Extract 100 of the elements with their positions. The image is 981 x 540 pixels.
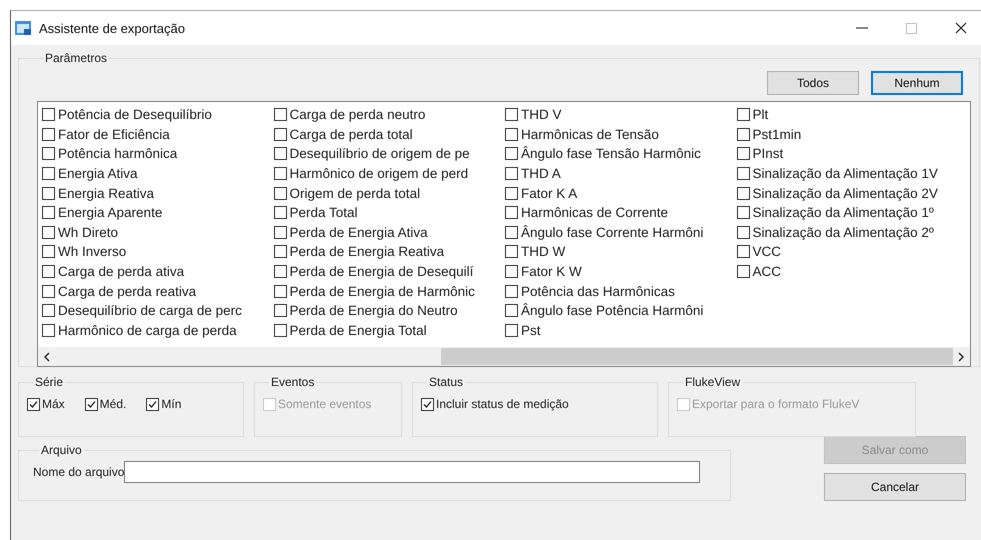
- parameter-checkbox[interactable]: Fator K A: [505, 183, 736, 203]
- checkbox[interactable]: [505, 147, 518, 160]
- parameter-checkbox[interactable]: THD W: [505, 242, 736, 262]
- checkbox[interactable]: [736, 167, 750, 180]
- scroll-thumb[interactable]: [441, 348, 953, 365]
- checkbox[interactable]: [505, 284, 518, 298]
- checkbox[interactable]: [505, 245, 518, 258]
- checkbox[interactable]: [274, 265, 286, 278]
- checkbox[interactable]: [505, 265, 518, 278]
- parameter-checkbox[interactable]: Carga de perda neutro: [274, 105, 505, 125]
- parameter-checkbox[interactable]: Pst: [505, 320, 736, 340]
- parameter-checkbox[interactable]: ACC: [736, 262, 968, 282]
- checkbox[interactable]: [505, 226, 518, 239]
- parameter-checkbox[interactable]: Perda de Energia Reativa: [274, 242, 505, 262]
- checkbox[interactable]: [42, 324, 55, 337]
- checkbox[interactable]: [505, 206, 518, 220]
- all-button[interactable]: Todos: [767, 71, 859, 95]
- checkbox[interactable]: [505, 186, 518, 200]
- checkbox[interactable]: [274, 108, 286, 122]
- parameter-checkbox[interactable]: Desequilíbrio de origem de pe: [274, 144, 505, 164]
- checkbox[interactable]: [274, 147, 286, 160]
- checkbox[interactable]: [274, 245, 286, 258]
- parameter-checkbox[interactable]: Sinalização da Alimentação 1º: [736, 202, 968, 223]
- parameter-checkbox[interactable]: Plt: [736, 105, 968, 125]
- checkbox[interactable]: [736, 128, 750, 141]
- parameter-checkbox[interactable]: Carga de perda ativa: [42, 262, 274, 282]
- checkbox[interactable]: [42, 186, 55, 200]
- parameter-checkbox[interactable]: Carga de perda total: [274, 124, 505, 144]
- checkbox[interactable]: [736, 108, 750, 122]
- checkbox[interactable]: [505, 324, 518, 337]
- checkbox[interactable]: [42, 265, 55, 278]
- parameter-checkbox[interactable]: Ângulo fase Corrente Harmôni: [505, 222, 736, 242]
- parameter-checkbox[interactable]: Fator K W: [505, 262, 736, 282]
- series-checkbox[interactable]: Méd.: [84, 391, 126, 411]
- parameter-checkbox[interactable]: Perda de Energia do Neutro: [274, 300, 505, 321]
- close-icon[interactable]: [955, 22, 967, 34]
- parameter-checkbox[interactable]: Sinalização da Alimentação 1V: [736, 164, 968, 184]
- parameter-checkbox[interactable]: Harmônicas de Corrente: [505, 202, 736, 223]
- parameter-checkbox[interactable]: Origem de perda total: [274, 183, 505, 203]
- scroll-left-icon[interactable]: [43, 352, 51, 362]
- checkbox[interactable]: [505, 128, 518, 141]
- none-button[interactable]: Nenhum: [871, 71, 963, 95]
- checkbox[interactable]: [42, 245, 55, 258]
- parameter-checkbox[interactable]: Sinalização da Alimentação 2º: [736, 222, 968, 242]
- parameter-checkbox[interactable]: Carga de perda reativa: [42, 281, 274, 301]
- parameter-checkbox[interactable]: Perda de Energia de Desequilí: [274, 262, 505, 282]
- checkbox[interactable]: [736, 186, 750, 200]
- parameter-checkbox[interactable]: Perda de Energia Total: [274, 320, 505, 340]
- parameter-checkbox[interactable]: Perda de Energia Ativa: [274, 222, 505, 242]
- checkbox[interactable]: [274, 186, 286, 200]
- parameter-checkbox[interactable]: Potência de Desequilíbrio: [42, 105, 274, 125]
- checkbox[interactable]: [274, 226, 286, 239]
- checkbox[interactable]: [274, 128, 286, 141]
- checkbox[interactable]: [42, 284, 55, 298]
- parameter-checkbox[interactable]: Harmônico de origem de perd: [274, 164, 505, 184]
- parameter-checkbox[interactable]: THD A: [505, 164, 736, 184]
- parameter-checkbox[interactable]: Potência das Harmônicas: [505, 281, 736, 301]
- checkbox[interactable]: [274, 206, 286, 220]
- checkbox[interactable]: [42, 304, 55, 318]
- checkbox[interactable]: [736, 265, 750, 278]
- checkbox[interactable]: [736, 245, 750, 258]
- cancel-button[interactable]: Cancelar: [824, 473, 966, 501]
- checkbox[interactable]: [736, 147, 750, 160]
- parameter-checkbox[interactable]: Perda de Energia de Harmônic: [274, 281, 505, 301]
- checkbox[interactable]: [42, 147, 55, 160]
- parameter-checkbox[interactable]: Energia Reativa: [42, 183, 274, 203]
- series-checkbox[interactable]: Máx: [27, 391, 65, 411]
- parameter-checkbox[interactable]: Energia Ativa: [42, 164, 274, 184]
- checkbox[interactable]: [274, 324, 286, 337]
- checkbox[interactable]: [505, 108, 518, 122]
- scroll-right-icon[interactable]: [957, 352, 965, 362]
- parameter-checkbox[interactable]: Sinalização da Alimentação 2V: [736, 183, 968, 203]
- parameter-checkbox[interactable]: Energia Aparente: [42, 202, 274, 223]
- checkbox[interactable]: [274, 304, 286, 318]
- checkbox[interactable]: [42, 226, 55, 239]
- parameter-checkbox[interactable]: Harmônicas de Tensão: [505, 124, 736, 144]
- checkbox[interactable]: [736, 206, 750, 220]
- checkbox[interactable]: [42, 167, 55, 180]
- parameter-checkbox[interactable]: Ângulo fase Potência Harmôni: [505, 300, 736, 321]
- parameter-checkbox[interactable]: Pst1min: [736, 124, 968, 144]
- parameter-checkbox[interactable]: VCC: [736, 242, 968, 262]
- horizontal-scrollbar[interactable]: [38, 347, 970, 366]
- option-checkbox[interactable]: Incluir status de medição: [421, 391, 649, 411]
- series-checkbox[interactable]: Mín: [146, 391, 182, 411]
- parameter-checkbox[interactable]: Harmônico de carga de perda: [42, 320, 274, 340]
- parameter-checkbox[interactable]: THD V: [505, 105, 736, 125]
- checkbox[interactable]: [505, 304, 518, 318]
- file-name-field[interactable]: [124, 461, 700, 483]
- parameter-checkbox[interactable]: Perda Total: [274, 202, 505, 223]
- checkbox[interactable]: [42, 206, 55, 220]
- parameter-checkbox[interactable]: Wh Inverso: [42, 242, 274, 262]
- parameter-checkbox[interactable]: PInst: [736, 144, 968, 164]
- parameter-checkbox[interactable]: Potência harmônica: [42, 144, 274, 164]
- parameter-checkbox[interactable]: Desequilíbrio de carga de perc: [42, 300, 274, 321]
- checkbox[interactable]: [505, 167, 518, 180]
- parameter-checkbox[interactable]: Fator de Eficiência: [42, 124, 274, 144]
- parameter-checkbox[interactable]: Wh Direto: [42, 222, 274, 242]
- checkbox[interactable]: [42, 128, 55, 141]
- checkbox[interactable]: [274, 284, 286, 298]
- checkbox[interactable]: [42, 108, 55, 122]
